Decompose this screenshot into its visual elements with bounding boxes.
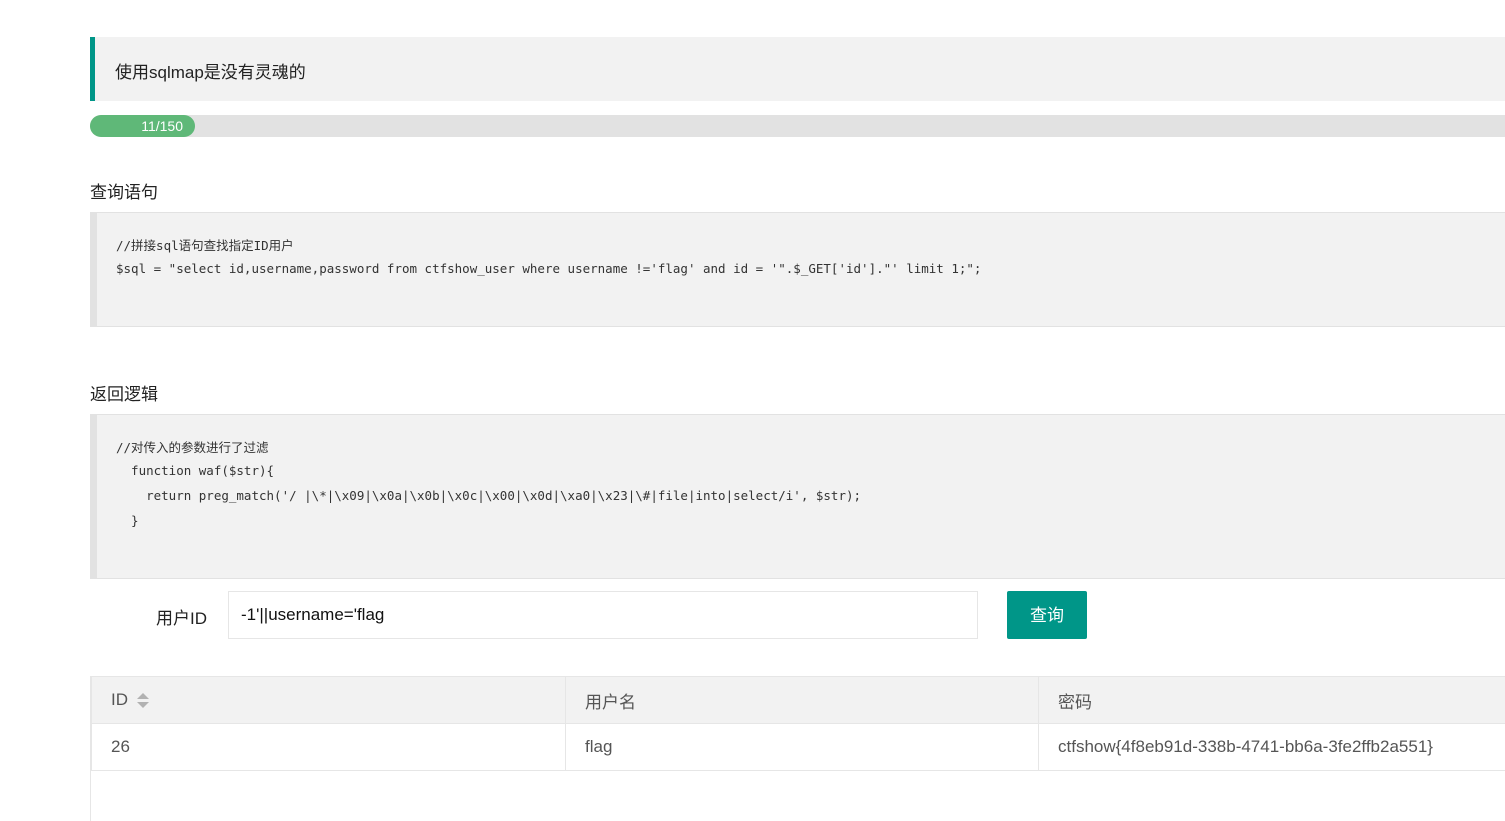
query-section-title: 查询语句 — [90, 183, 158, 202]
results-table: ID 用户名 密码 26 flag ctfshow{4f8eb91d-338b-… — [91, 676, 1505, 771]
quote-text: 使用sqlmap是没有灵魂的 — [115, 63, 306, 82]
query-form: 用户ID 查询 — [90, 591, 1090, 639]
column-header-label: 用户名 — [585, 692, 636, 712]
logic-code-line: //对传入的参数进行了过滤 — [116, 440, 269, 455]
results-table-wrapper: ID 用户名 密码 26 flag ctfshow{4f8eb91d-338b-… — [90, 676, 1505, 821]
query-code-line: //拼接sql语句查找指定ID用户 — [116, 238, 294, 253]
table-cell-id: 26 — [91, 723, 566, 771]
column-header-id[interactable]: ID — [91, 676, 566, 724]
progress-bar: 11/150 — [90, 115, 1505, 137]
logic-section-title: 返回逻辑 — [90, 385, 158, 404]
table-row: 26 flag ctfshow{4f8eb91d-338b-4741-bb6a-… — [91, 723, 1505, 771]
query-button[interactable]: 查询 — [1007, 591, 1087, 639]
logic-code-line: function waf($str){ — [116, 463, 275, 478]
table-header-row: ID 用户名 密码 — [91, 676, 1505, 724]
quote-block: 使用sqlmap是没有灵魂的 — [90, 37, 1505, 101]
logic-code-line: return preg_match('/ |\*|\x09|\x0a|\x0b|… — [116, 488, 862, 503]
query-code-block: //拼接sql语句查找指定ID用户 $sql = "select id,user… — [90, 212, 1505, 327]
column-header-label: ID — [111, 690, 128, 709]
page: 使用sqlmap是没有灵魂的 11/150 查询语句 //拼接sql语句查找指定… — [0, 0, 1505, 821]
query-code-line: $sql = "select id,username,password from… — [116, 261, 982, 276]
user-id-label: 用户ID — [156, 609, 207, 628]
logic-code-block: //对传入的参数进行了过滤 function waf($str){ return… — [90, 414, 1505, 579]
column-header-username: 用户名 — [565, 676, 1039, 724]
column-header-label: 密码 — [1058, 692, 1092, 712]
column-header-password: 密码 — [1038, 676, 1505, 724]
progress-fill: 11/150 — [90, 115, 195, 137]
table-cell-password: ctfshow{4f8eb91d-338b-4741-bb6a-3fe2ffb2… — [1038, 723, 1505, 771]
sort-icon[interactable] — [137, 692, 149, 709]
user-id-input[interactable] — [228, 591, 978, 639]
table-cell-username: flag — [565, 723, 1039, 771]
progress-label: 11/150 — [141, 118, 183, 134]
logic-code-line: } — [116, 513, 139, 528]
